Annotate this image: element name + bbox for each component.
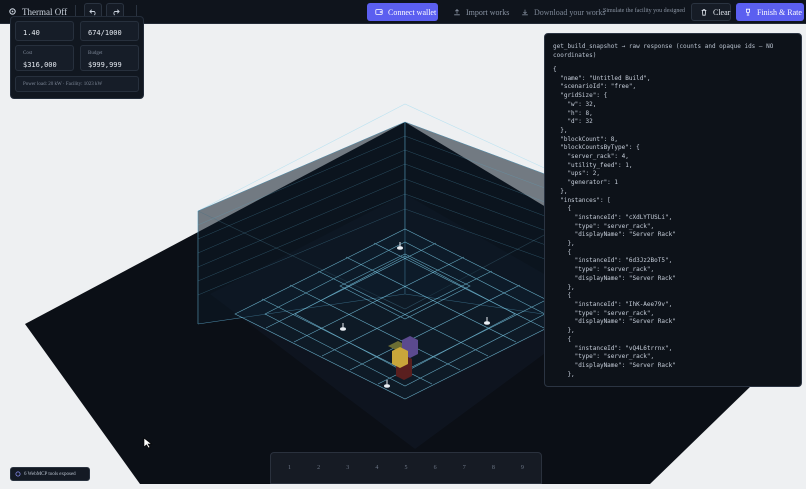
cost-stat: Cost $316,000 [15,45,74,71]
finish-rate-button[interactable]: Finish & Rate [736,3,804,21]
hotbar-slot[interactable]: 4 [365,465,389,471]
capacity-value: 674/1000 [88,29,122,37]
undo-icon [88,9,96,16]
hotbar-slot[interactable]: 2 [307,465,331,471]
redo-icon [113,9,120,16]
snapshot-response-panel[interactable]: get_build_snapshot → raw response (count… [544,33,802,387]
trash-icon [701,9,707,16]
finish-rate-label: Finish & Rate [757,7,802,17]
hotbar-slot[interactable]: 9 [510,465,534,471]
budget-stat: Budget $999,999 [80,45,139,71]
thermal-toggle[interactable]: Thermal Off [8,7,67,17]
upload-icon [454,9,460,16]
budget-value: $999,999 [88,61,122,69]
gear-icon [9,8,16,15]
download-icon [522,9,528,16]
response-json: { "name": "Untitled Build", "scenarioId"… [553,66,676,378]
clear-label: Clear [713,7,731,17]
connect-wallet-label: Connect wallet [388,7,437,17]
download-works-button[interactable]: Download your works [513,3,606,21]
simulate-hint: Simulate the facility you designed [603,8,685,14]
download-works-label: Download your works [534,7,606,17]
hotbar-slot[interactable]: 5 [394,465,418,471]
cost-label: Cost [23,51,33,56]
connect-wallet-button[interactable]: Connect wallet [367,3,438,21]
pue-value: 1.40 [23,29,40,37]
thermal-label: Thermal Off [22,6,68,17]
webmcp-label: 6 WebMCP tools exposed [24,471,76,477]
power-summary: Power load: 20 kW · Facility: 1023 kW [15,76,139,92]
pue-stat: 1.40 [15,21,74,41]
plug-icon [15,471,21,477]
wallet-icon [375,9,383,15]
webmcp-badge[interactable]: 6 WebMCP tools exposed [10,467,90,481]
hotbar: 1 2 3 4 5 6 7 8 9 [270,452,542,484]
power-summary-text: Power load: 20 kW · Facility: 1023 kW [23,82,103,87]
import-works-button[interactable]: Import works [445,3,509,21]
trophy-icon [746,8,750,16]
hotbar-slot[interactable]: 7 [452,465,476,471]
budget-label: Budget [88,51,103,56]
block-ups-2 [392,347,408,368]
hotbar-slot[interactable]: 1 [278,465,302,471]
hotbar-slot[interactable]: 6 [423,465,447,471]
cursor-icon [143,437,153,449]
response-title: get_build_snapshot → raw response (count… [553,43,774,59]
cost-value: $316,000 [23,61,57,69]
clear-button[interactable]: Clear [691,3,731,21]
import-works-label: Import works [466,7,510,17]
capacity-stat: 674/1000 [80,21,139,41]
hotbar-slot[interactable]: 3 [336,465,360,471]
hotbar-slot[interactable]: 8 [481,465,505,471]
stats-panel: 1.40 674/1000 Cost $316,000 Budget $999,… [10,16,144,99]
